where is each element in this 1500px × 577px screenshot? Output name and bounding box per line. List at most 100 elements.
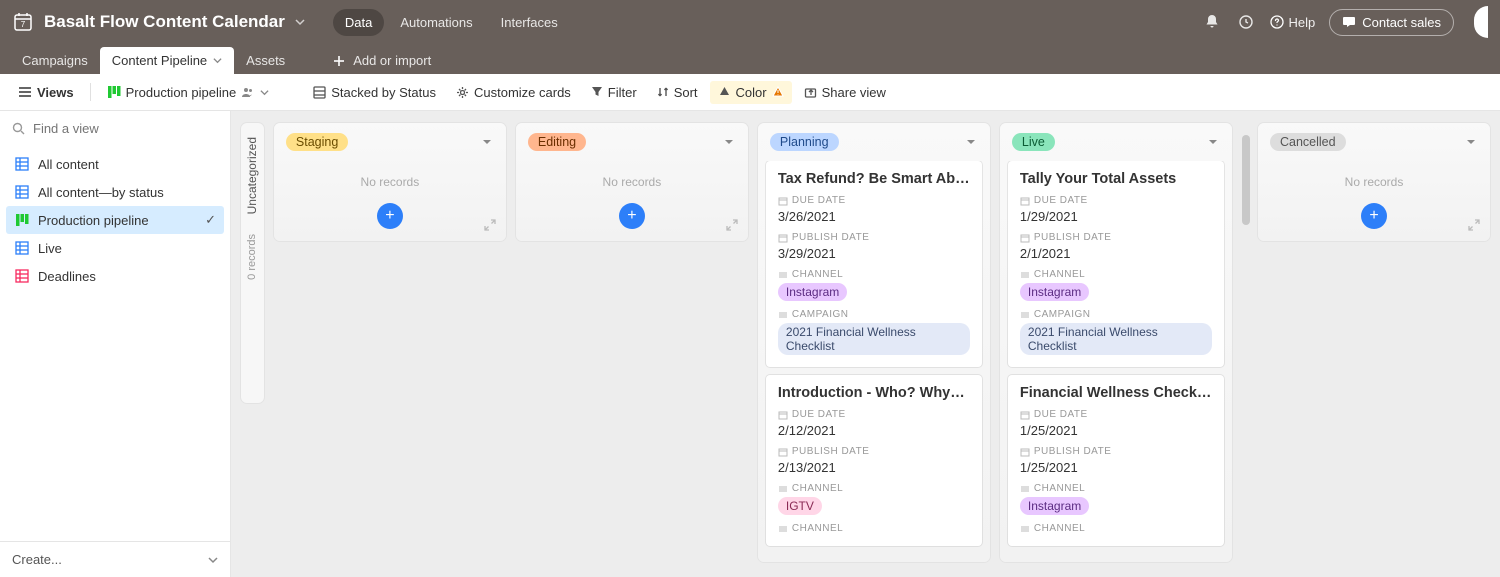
views-toggle[interactable]: Views xyxy=(10,81,82,104)
view-toolbar: Views Production pipeline Stacked by Sta… xyxy=(0,74,1500,111)
history-icon[interactable] xyxy=(1236,12,1256,32)
customize-cards-button[interactable]: Customize cards xyxy=(448,81,579,104)
field-value-publish: 2/13/2021 xyxy=(778,460,970,475)
view-icon xyxy=(14,240,30,256)
nav-interfaces[interactable]: Interfaces xyxy=(489,9,570,36)
column-menu[interactable] xyxy=(480,135,494,149)
field-label-channel: CHANNEL xyxy=(1020,523,1212,534)
view-label: Deadlines xyxy=(38,269,96,284)
card-title: Tax Refund? Be Smart Abo... xyxy=(778,171,970,187)
field-label-publish: PUBLISH DATE xyxy=(778,232,970,243)
view-sidebar: All contentAll content—by statusProducti… xyxy=(0,111,231,577)
add-record-button[interactable]: + xyxy=(377,203,403,229)
field-label-publish: PUBLISH DATE xyxy=(1020,446,1212,457)
kanban-board: Uncategorized 0 records StagingNo record… xyxy=(231,111,1500,577)
views-label: Views xyxy=(37,85,74,100)
column-menu[interactable] xyxy=(964,135,978,149)
column-menu[interactable] xyxy=(1464,135,1478,149)
nav-data[interactable]: Data xyxy=(333,9,384,36)
card-title: Financial Wellness Checklis... xyxy=(1020,385,1212,401)
board-scrollbar[interactable] xyxy=(1242,135,1248,565)
column-menu[interactable] xyxy=(722,135,736,149)
field-label-publish: PUBLISH DATE xyxy=(778,446,970,457)
app-title: Basalt Flow Content Calendar xyxy=(44,12,285,32)
tab-label: Content Pipeline xyxy=(112,53,207,68)
create-label: Create... xyxy=(12,552,62,567)
share-view-button[interactable]: Share view xyxy=(796,81,894,104)
add-record-button[interactable]: + xyxy=(619,203,645,229)
filter-label: Filter xyxy=(608,85,637,100)
tab-campaigns[interactable]: Campaigns xyxy=(10,47,100,74)
expand-icon[interactable] xyxy=(1468,219,1480,231)
avatar[interactable] xyxy=(1474,6,1488,38)
add-record-button[interactable]: + xyxy=(1361,203,1387,229)
view-label: Production pipeline xyxy=(38,213,149,228)
field-value-due: 1/29/2021 xyxy=(1020,209,1212,224)
column-header: Cancelled xyxy=(1258,123,1490,161)
filter-button[interactable]: Filter xyxy=(583,81,645,104)
current-view-label: Production pipeline xyxy=(126,85,237,100)
record-card[interactable]: Tally Your Total AssetsDUE DATE1/29/2021… xyxy=(1008,161,1224,367)
column-header: Planning xyxy=(758,123,990,161)
column-footer: + xyxy=(1258,197,1490,241)
sidebar-view-item[interactable]: Live xyxy=(6,234,224,262)
field-label-campaign: CAMPAIGN xyxy=(1020,309,1212,320)
record-card[interactable]: Financial Wellness Checklis... DUE DATE 1/… xyxy=(1008,375,1224,546)
field-value-channel: Instagram xyxy=(1020,283,1212,301)
chevron-down-icon xyxy=(260,88,269,97)
status-pill: Editing xyxy=(528,133,586,151)
nav-automations[interactable]: Automations xyxy=(388,9,484,36)
tab-more[interactable] xyxy=(297,52,321,74)
record-card[interactable]: Introduction - Who? Why?...DUE DATE2/12/… xyxy=(766,375,982,546)
field-value-due: 2/12/2021 xyxy=(778,423,970,438)
topbar: 7 Basalt Flow Content Calendar Data Auto… xyxy=(0,0,1500,44)
add-or-import-button[interactable]: Add or import xyxy=(321,47,443,74)
field-value-publish: 1/25/2021 xyxy=(1020,460,1212,475)
color-button[interactable]: Color xyxy=(710,81,792,104)
divider xyxy=(90,83,91,101)
contact-sales-button[interactable]: Contact sales xyxy=(1329,9,1454,36)
add-label: Add or import xyxy=(353,53,431,68)
kanban-column: CancelledNo records+ xyxy=(1258,123,1490,241)
field-label-due: DUE DATE xyxy=(778,409,970,420)
stacked-by-button[interactable]: Stacked by Status xyxy=(305,81,444,104)
field-value-channel: Instagram xyxy=(1020,497,1212,515)
view-icon xyxy=(14,156,30,172)
kanban-icon xyxy=(107,85,121,99)
sort-button[interactable]: Sort xyxy=(649,81,706,104)
field-value-publish: 3/29/2021 xyxy=(778,246,970,261)
uncat-label: Uncategorized xyxy=(245,137,259,214)
uncategorized-column[interactable]: Uncategorized 0 records xyxy=(241,123,264,403)
customize-label: Customize cards xyxy=(474,85,571,100)
tab-content-pipeline[interactable]: Content Pipeline xyxy=(100,47,234,74)
record-card[interactable]: Tax Refund? Be Smart Abo...DUE DATE3/26/… xyxy=(766,161,982,367)
svg-text:7: 7 xyxy=(21,20,26,29)
view-icon xyxy=(14,212,30,228)
chevron-down-icon[interactable] xyxy=(295,17,305,27)
kanban-column: StagingNo records+ xyxy=(274,123,506,241)
contact-label: Contact sales xyxy=(1362,15,1441,30)
sidebar-view-item[interactable]: Deadlines xyxy=(6,262,224,290)
column-menu[interactable] xyxy=(1206,135,1220,149)
field-value-publish: 2/1/2021 xyxy=(1020,246,1212,261)
current-view-picker[interactable]: Production pipeline xyxy=(99,81,278,104)
scrollbar-thumb[interactable] xyxy=(1242,135,1250,225)
main-area: All contentAll content—by statusProducti… xyxy=(0,111,1500,577)
view-label: Live xyxy=(38,241,62,256)
field-label-due: DUE DATE xyxy=(1020,409,1212,420)
tab-assets[interactable]: Assets xyxy=(234,47,297,74)
table-tabs: Campaigns Content Pipeline Assets Add or… xyxy=(0,44,1500,74)
find-view-input[interactable] xyxy=(33,121,218,136)
sidebar-view-item[interactable]: Production pipeline✓ xyxy=(6,206,224,234)
help-link[interactable]: Help xyxy=(1270,15,1315,30)
field-label-due: DUE DATE xyxy=(778,195,970,206)
sidebar-view-item[interactable]: All content—by status xyxy=(6,178,224,206)
expand-icon[interactable] xyxy=(726,219,738,231)
people-icon xyxy=(241,86,255,98)
field-value-channel: IGTV xyxy=(778,497,970,515)
expand-icon[interactable] xyxy=(484,219,496,231)
sort-label: Sort xyxy=(674,85,698,100)
notifications-icon[interactable] xyxy=(1202,12,1222,32)
create-view-button[interactable]: Create... xyxy=(0,541,230,577)
sidebar-view-item[interactable]: All content xyxy=(6,150,224,178)
